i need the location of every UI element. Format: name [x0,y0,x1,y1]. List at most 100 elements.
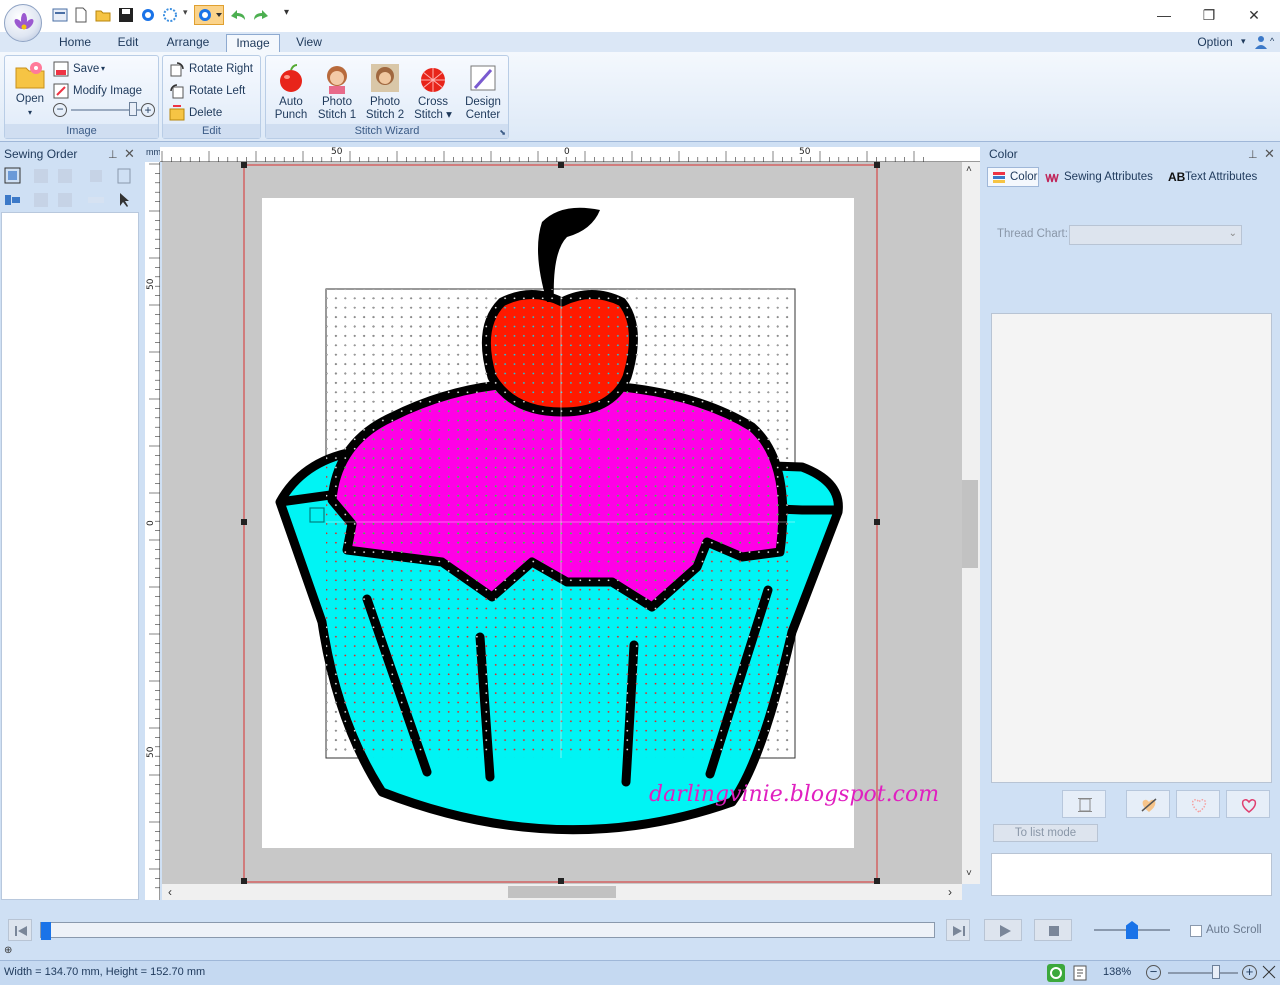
ruler-top: 50 0 50 [160,147,980,162]
tab-text-attributes-label: Text Attributes [1185,171,1258,183]
scroll-up-icon[interactable]: ˄ [966,164,972,175]
image-group: Open ▾ Save ▾ Modify Image − + Image [4,55,159,139]
open-label: Open [15,93,45,105]
tab-edit[interactable]: Edit [108,34,148,52]
tab-home[interactable]: Home [50,34,100,52]
option-menu[interactable]: Option [1190,34,1240,52]
minimize-button[interactable]: — [1154,6,1174,24]
thread-chart-select[interactable]: ⌄ [1069,225,1242,245]
close-button[interactable]: ✕ [1244,6,1264,24]
auto-punch-button[interactable]: Auto Punch [268,62,314,122]
cross-stitch-label-1: Cross [417,96,449,108]
save-icon[interactable] [118,7,134,23]
tab-color[interactable]: Color [987,167,1039,187]
stitch-progress-track[interactable] [40,922,935,940]
sewing-order-close-icon[interactable]: ✕ [124,146,135,162]
auto-punch-label-1: Auto [279,96,303,108]
photo-stitch-2-label-1: Photo [369,96,401,108]
circle-icon[interactable] [140,7,156,23]
tab-sewing-attributes[interactable]: Sewing Attributes [1045,169,1163,187]
fit-icon[interactable] [1262,965,1276,979]
scroll-right-icon[interactable]: › [948,885,952,899]
design-canvas[interactable]: darlingvinie.blogspot.com [162,162,962,884]
cross-stitch-label-2: Stitch ▾ [414,109,452,121]
transparency-slider-thumb[interactable] [129,102,137,116]
group-launcher-icon[interactable]: ⬊ [499,128,506,137]
app-orb-icon[interactable] [4,4,42,42]
ribbon-collapse-icon[interactable]: ^ [1270,36,1274,46]
design-center-button[interactable]: Design Center [460,62,506,122]
tab-view[interactable]: View [287,34,331,52]
heart-outline-button[interactable] [1226,790,1270,818]
title-bar: ▾ ▾ — ❐ ✕ [0,0,1280,42]
select-icon[interactable] [194,5,224,25]
stitch-progress-thumb[interactable] [41,922,51,940]
ruler-left-label-top: 50 [146,278,156,290]
horizontal-scroll-thumb[interactable] [508,886,616,898]
dimensions-readout: Width = 134.70 mm, Height = 152.70 mm [4,966,206,978]
new-icon[interactable] [73,7,89,23]
horizontal-scrollbar[interactable]: ‹ › [162,884,962,900]
zoom-minus-button[interactable]: − [53,103,67,117]
speed-slider-thumb[interactable] [1126,921,1138,939]
status-bar: Width = 134.70 mm, Height = 152.70 mm 13… [0,960,1280,985]
color-list[interactable] [991,313,1272,783]
cupcake-image[interactable] [162,162,962,884]
rotate-left-label: Rotate Left [189,85,246,97]
color-panel-close-icon[interactable]: ✕ [1264,146,1275,162]
photo-girl-icon [321,62,353,94]
heart-dotted-button[interactable] [1176,790,1220,818]
play-button[interactable] [984,919,1022,941]
tab-image[interactable]: Image [226,34,280,54]
stop-button[interactable] [1034,919,1072,941]
skip-end-button[interactable] [946,919,970,941]
frame-button[interactable] [1062,790,1106,818]
option-dropdown-icon[interactable]: ▾ [1241,36,1246,47]
auto-scroll-checkbox[interactable] [1190,925,1202,937]
user-icon[interactable] [1254,34,1268,50]
vertical-scroll-thumb[interactable] [962,480,978,568]
design-center-label-2: Center [465,109,501,121]
rotate-right-label: Rotate Right [189,63,253,75]
sewing-order-title: Sewing Order [4,147,78,161]
undo-icon[interactable] [228,7,248,23]
design-center-label-1: Design [465,96,501,108]
color-panel-pin-icon[interactable]: ⊥ [1248,148,1258,161]
stitch-wizard-group-label: Stitch Wizard [266,124,508,138]
ruler-top-label-right: 50 [799,147,811,157]
cut-color-button[interactable] [1126,790,1170,818]
auto-punch-label-2: Punch [274,109,308,121]
tab-arrange[interactable]: Arrange [158,34,218,52]
scroll-down-icon[interactable]: ˅ [966,868,972,879]
zoom-out-button[interactable]: − [1146,965,1161,980]
restore-button[interactable]: ❐ [1199,6,1219,24]
open-folder-large-icon [14,59,46,91]
skip-start-button[interactable] [8,919,32,941]
dropdown-icon[interactable]: ▾ [183,7,191,23]
scroll-left-icon[interactable]: ‹ [168,885,172,899]
snowflake-icon[interactable] [162,7,178,23]
tab-color-label: Color [1010,171,1038,183]
sewing-order-list[interactable] [1,212,139,900]
sewing-order-pin-icon[interactable]: ⊥ [108,148,118,161]
expand-icon[interactable]: ⊕ [4,945,12,956]
zoom-in-button[interactable]: + [1242,965,1257,980]
chevron-down-icon: ⌄ [1228,228,1237,239]
design-icon[interactable] [52,7,68,23]
refresh-icon[interactable] [1047,964,1065,982]
cross-stitch-button[interactable]: Cross Stitch ▾ [410,62,456,122]
zoom-plus-button[interactable]: + [141,103,155,117]
edit-group: Rotate Right Rotate Left Delete Edit [162,55,261,139]
zoom-slider-thumb[interactable] [1212,965,1220,979]
customize-icon[interactable]: ▾ [284,7,294,23]
to-list-mode-button[interactable]: To list mode [993,824,1098,842]
vertical-scrollbar[interactable]: ˄ ˅ [962,162,980,884]
redo-icon[interactable] [251,7,271,23]
watermark-text: darlingvinie.blogspot.com [649,782,940,807]
open-folder-icon[interactable] [95,7,111,23]
zoom-slider-track [1168,972,1238,974]
page-icon[interactable] [1071,964,1089,982]
tab-text-attributes[interactable]: AB Text Attributes [1168,169,1278,187]
playback-bar: Auto Scroll [0,913,1280,947]
open-button[interactable]: Open ▾ [8,59,52,119]
